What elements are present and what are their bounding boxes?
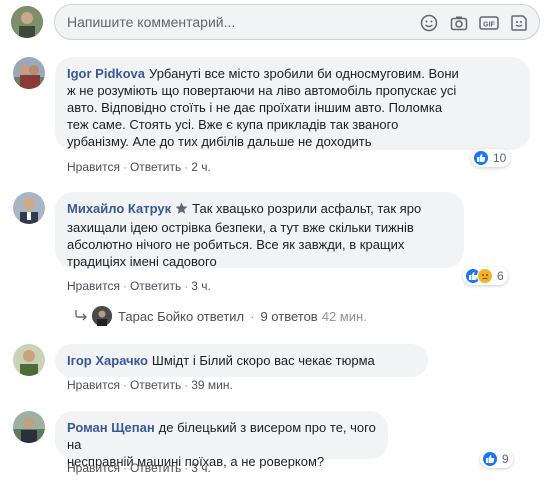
like-reaction-icon bbox=[473, 150, 489, 166]
comment-actions: Нравится · Ответить · 39 мин. bbox=[67, 378, 233, 392]
comment-author[interactable]: Роман Щепан bbox=[67, 420, 155, 435]
reply-avatar bbox=[92, 306, 112, 326]
comment-text-line: традиціях імені садового bbox=[67, 254, 217, 269]
avatar[interactable] bbox=[13, 192, 45, 224]
comment-text-line: абсолютно нічого не робиться. Все як зав… bbox=[67, 237, 405, 252]
comment-input-placeholder: Напишите комментарий... bbox=[67, 14, 236, 30]
comment-text-line: авто. Відповідно стоїть і не дає проїхат… bbox=[67, 100, 443, 115]
reaction-summary[interactable]: 10 bbox=[471, 149, 511, 167]
avatar[interactable] bbox=[13, 411, 45, 443]
comment-author[interactable]: Михайло Катрук bbox=[67, 201, 171, 216]
reply-arrow-icon bbox=[74, 309, 88, 324]
comment-text-line: ж не розуміють що повертаючи на ліво авт… bbox=[67, 83, 457, 98]
top-fan-badge-icon bbox=[175, 202, 188, 219]
comment-text-line: теж саме. Стоять усі. Вже є купа приклад… bbox=[67, 117, 399, 132]
emoji-icon[interactable] bbox=[419, 13, 439, 33]
comment-bubble: Михайло Катрук Так хвацько розрили асфаль… bbox=[55, 192, 464, 269]
reaction-summary[interactable]: 9 bbox=[480, 450, 513, 468]
comment-text-line: урбанізму. Але до тих дибілів дальше не … bbox=[67, 134, 372, 149]
comment-time[interactable]: 2 ч. bbox=[191, 160, 211, 174]
reaction-count: 10 bbox=[493, 151, 507, 165]
comment-composer: Напишите комментарий... GIF bbox=[11, 4, 541, 40]
current-user-avatar bbox=[11, 6, 43, 38]
comment-actions: Нравится · Ответить · 3 ч. bbox=[67, 461, 211, 475]
sticker-icon[interactable] bbox=[509, 13, 529, 33]
gif-icon[interactable]: GIF bbox=[479, 13, 499, 33]
reply-link[interactable]: Ответить bbox=[130, 160, 181, 174]
like-link[interactable]: Нравится bbox=[67, 160, 120, 174]
like-link[interactable]: Нравится bbox=[67, 378, 120, 392]
reply-time: 42 мин. bbox=[321, 308, 367, 324]
comment-bubble: Роман Щепан де білецький з висером про те… bbox=[55, 411, 388, 469]
comment-author[interactable]: Ігор Харачко bbox=[67, 353, 148, 368]
reply-link[interactable]: Ответить bbox=[130, 461, 181, 475]
reply-link[interactable]: Ответить bbox=[130, 279, 181, 293]
comment-text-line: Так хвацько розрили асфальт, так яро bbox=[192, 201, 422, 216]
sad-reaction-icon bbox=[477, 268, 493, 284]
comment-time[interactable]: 3 ч. bbox=[191, 279, 211, 293]
like-reaction-icon bbox=[482, 451, 498, 467]
comment-input[interactable]: Напишите комментарий... GIF bbox=[54, 4, 540, 40]
comment-author[interactable]: Igor Pidkova bbox=[67, 66, 145, 81]
reaction-count: 6 bbox=[497, 269, 504, 283]
reply-author-text: Тарас Бойко ответил bbox=[118, 308, 245, 324]
comment-time[interactable]: 3 ч. bbox=[191, 461, 211, 475]
svg-text:GIF: GIF bbox=[483, 22, 495, 29]
reply-count: 9 ответов bbox=[260, 308, 318, 324]
comment-bubble: Igor Pidkova Урбануті все місто зробили б… bbox=[55, 57, 530, 150]
view-replies-link[interactable]: Тарас Бойко ответил · 9 ответов 42 мин. bbox=[74, 306, 367, 326]
avatar[interactable] bbox=[13, 57, 45, 89]
comment-bubble: Ігор Харачко Шмідт і Білий скоро вас чека… bbox=[55, 344, 428, 377]
reply-link[interactable]: Ответить bbox=[130, 378, 181, 392]
like-link[interactable]: Нравится bbox=[67, 461, 120, 475]
comment-actions: Нравится · Ответить · 3 ч. bbox=[67, 279, 211, 293]
comment-text-line: Шмідт і Білий скоро вас чекає тюрма bbox=[151, 353, 375, 368]
reaction-summary[interactable]: 6 bbox=[463, 267, 508, 285]
comment-time[interactable]: 39 мин. bbox=[191, 378, 233, 392]
like-link[interactable]: Нравится bbox=[67, 279, 120, 293]
comment-text-line: захищали ідею острівка безпеки, а тут вж… bbox=[67, 220, 414, 235]
comment-actions: Нравится · Ответить · 2 ч. bbox=[67, 160, 211, 174]
avatar[interactable] bbox=[13, 344, 45, 376]
comment-text-line: Урбануті все місто зробили би односмугов… bbox=[149, 66, 459, 81]
reaction-count: 9 bbox=[502, 452, 509, 466]
camera-icon[interactable] bbox=[449, 13, 469, 33]
